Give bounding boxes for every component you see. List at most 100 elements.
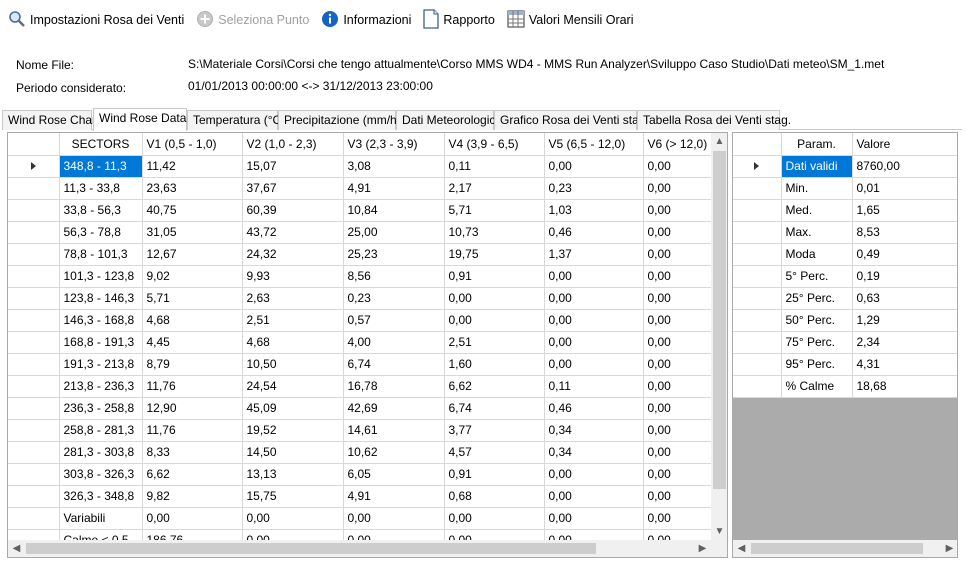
- table-row[interactable]: 123,8 - 146,3 5,71 2,63 0,23 0,00 0,00 0,00: [8, 287, 727, 310]
- vertical-scrollbar[interactable]: ▲ ▼: [711, 133, 727, 540]
- table-row[interactable]: 191,3 - 213,8 8,79 10,50 6,74 1,60 0,00 0,00: [8, 353, 727, 376]
- value-cell[interactable]: 6,62: [444, 375, 545, 398]
- sector-cell[interactable]: 213,8 - 236,3: [59, 375, 143, 398]
- column-header-v1[interactable]: V1 (0,5 - 1,0): [142, 133, 243, 156]
- valore-cell[interactable]: 0,49: [852, 243, 957, 266]
- row-header[interactable]: [8, 419, 60, 442]
- value-cell[interactable]: 0,00: [444, 309, 545, 332]
- value-cell[interactable]: 0,23: [343, 287, 445, 310]
- tab-wind-rose-data[interactable]: Wind Rose Data: [93, 108, 187, 131]
- stats-row[interactable]: Med. 1,65: [733, 199, 957, 222]
- info-button[interactable]: Informazioni: [321, 6, 411, 34]
- param-cell[interactable]: 75° Perc.: [781, 331, 853, 354]
- horizontal-scrollbar[interactable]: ◀ ▶: [8, 540, 711, 557]
- value-cell[interactable]: 37,67: [242, 177, 344, 200]
- sector-cell[interactable]: 33,8 - 56,3: [59, 199, 143, 222]
- value-cell[interactable]: 1,60: [444, 353, 545, 376]
- value-cell[interactable]: 19,75: [444, 243, 545, 266]
- sector-cell[interactable]: 56,3 - 78,8: [59, 221, 143, 244]
- value-cell[interactable]: 19,52: [242, 419, 344, 442]
- value-cell[interactable]: 0,91: [444, 463, 545, 486]
- sector-cell[interactable]: 11,3 - 33,8: [59, 177, 143, 200]
- value-cell[interactable]: 45,09: [242, 397, 344, 420]
- scroll-right-arrow[interactable]: ▶: [694, 540, 711, 557]
- value-cell[interactable]: 23,63: [142, 177, 243, 200]
- row-header[interactable]: [8, 177, 60, 200]
- valore-cell[interactable]: 1,29: [852, 309, 957, 332]
- value-cell[interactable]: 8,33: [142, 441, 243, 464]
- value-cell[interactable]: 25,00: [343, 221, 445, 244]
- value-cell[interactable]: 0,00: [544, 265, 644, 288]
- sector-cell[interactable]: 146,3 - 168,8: [59, 309, 143, 332]
- value-cell[interactable]: 0,00: [544, 287, 644, 310]
- value-cell[interactable]: 2,63: [242, 287, 344, 310]
- stats-row-header[interactable]: [733, 265, 782, 288]
- table-row[interactable]: 33,8 - 56,3 40,75 60,39 10,84 5,71 1,03 0,00: [8, 199, 727, 222]
- column-header-v3[interactable]: V3 (2,3 - 3,9): [343, 133, 445, 156]
- value-cell[interactable]: 15,75: [242, 485, 344, 508]
- table-row[interactable]: 56,3 - 78,8 31,05 43,72 25,00 10,73 0,46 0,00: [8, 221, 727, 244]
- table-row[interactable]: 78,8 - 101,3 12,67 24,32 25,23 19,75 1,37 0,00: [8, 243, 727, 266]
- param-cell[interactable]: 25° Perc.: [781, 287, 853, 310]
- report-button[interactable]: Rapporto: [423, 6, 495, 34]
- row-header[interactable]: [8, 265, 60, 288]
- value-cell[interactable]: 6,74: [444, 397, 545, 420]
- stats-row[interactable]: Min. 0,01: [733, 177, 957, 200]
- sector-cell[interactable]: 168,8 - 191,3: [59, 331, 143, 354]
- param-cell[interactable]: Max.: [781, 221, 853, 244]
- value-cell[interactable]: 0,68: [444, 485, 545, 508]
- value-cell[interactable]: 24,32: [242, 243, 344, 266]
- value-cell[interactable]: 0,34: [544, 419, 644, 442]
- table-row[interactable]: 101,3 - 123,8 9,02 9,93 8,56 0,91 0,00 0,00: [8, 265, 727, 288]
- value-cell[interactable]: 0,46: [544, 397, 644, 420]
- value-cell[interactable]: 11,76: [142, 375, 243, 398]
- value-cell[interactable]: 43,72: [242, 221, 344, 244]
- value-cell[interactable]: 0,00: [544, 331, 644, 354]
- sector-cell[interactable]: 303,8 - 326,3: [59, 463, 143, 486]
- value-cell[interactable]: 10,62: [343, 441, 445, 464]
- value-cell[interactable]: 0,46: [544, 221, 644, 244]
- row-header[interactable]: [8, 243, 60, 266]
- value-cell[interactable]: 0,00: [544, 353, 644, 376]
- value-cell[interactable]: 4,68: [242, 331, 344, 354]
- value-cell[interactable]: 8,56: [343, 265, 445, 288]
- value-cell[interactable]: 4,91: [343, 485, 445, 508]
- table-row[interactable]: 11,3 - 33,8 23,63 37,67 4,91 2,17 0,23 0,00: [8, 177, 727, 200]
- param-cell[interactable]: Moda: [781, 243, 853, 266]
- table-row[interactable]: 281,3 - 303,8 8,33 14,50 10,62 4,57 0,34 0,00: [8, 441, 727, 464]
- value-cell[interactable]: 2,51: [444, 331, 545, 354]
- value-cell[interactable]: 5,71: [444, 199, 545, 222]
- value-cell[interactable]: 10,84: [343, 199, 445, 222]
- stats-row[interactable]: % Calme 18,68: [733, 375, 957, 398]
- horizontal-scroll-thumb[interactable]: [26, 543, 596, 554]
- sector-cell[interactable]: 191,3 - 213,8: [59, 353, 143, 376]
- value-cell[interactable]: 3,77: [444, 419, 545, 442]
- vertical-scroll-thumb[interactable]: [713, 151, 726, 489]
- value-cell[interactable]: 6,62: [142, 463, 243, 486]
- stats-row[interactable]: 95° Perc. 4,31: [733, 353, 957, 376]
- param-cell[interactable]: Med.: [781, 199, 853, 222]
- value-cell[interactable]: 6,05: [343, 463, 445, 486]
- stats-row[interactable]: 25° Perc. 0,63: [733, 287, 957, 310]
- column-header-v4[interactable]: V4 (3,9 - 6,5): [444, 133, 545, 156]
- param-cell[interactable]: 95° Perc.: [781, 353, 853, 376]
- value-cell[interactable]: 1,03: [544, 199, 644, 222]
- tab-wind-rose-chart[interactable]: Wind Rose Chart: [2, 110, 99, 130]
- value-cell[interactable]: 31,05: [142, 221, 243, 244]
- value-cell[interactable]: 0,00: [544, 463, 644, 486]
- value-cell[interactable]: 4,00: [343, 331, 445, 354]
- value-cell[interactable]: 9,93: [242, 265, 344, 288]
- stats-row-header[interactable]: [733, 309, 782, 332]
- value-cell[interactable]: 0,00: [544, 155, 644, 178]
- stats-row-header[interactable]: [733, 243, 782, 266]
- sector-cell[interactable]: 101,3 - 123,8: [59, 265, 143, 288]
- table-row[interactable]: 303,8 - 326,3 6,62 13,13 6,05 0,91 0,00 0,00: [8, 463, 727, 486]
- value-cell[interactable]: 0,00: [544, 507, 644, 530]
- value-cell[interactable]: 5,71: [142, 287, 243, 310]
- value-cell[interactable]: 0,34: [544, 441, 644, 464]
- value-cell[interactable]: 0,11: [544, 375, 644, 398]
- scroll-up-arrow[interactable]: ▲: [711, 133, 727, 150]
- column-header-param[interactable]: Param.: [781, 133, 853, 156]
- value-cell[interactable]: 15,07: [242, 155, 344, 178]
- stats-row[interactable]: 75° Perc. 2,34: [733, 331, 957, 354]
